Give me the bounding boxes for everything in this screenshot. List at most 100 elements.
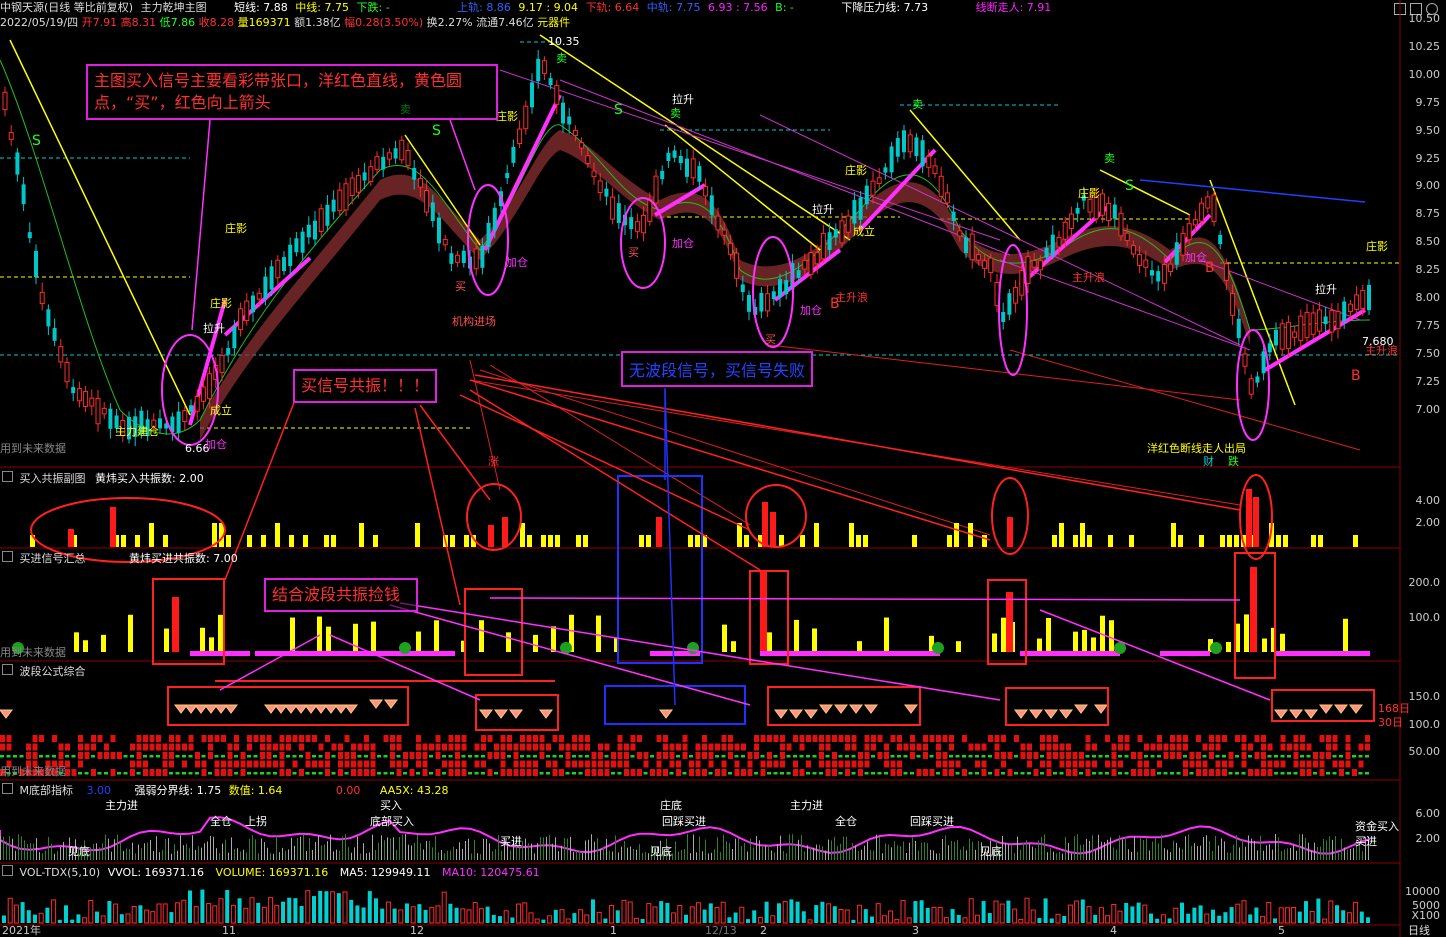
wave-block: [1358, 743, 1364, 751]
wave-dot: [1118, 755, 1122, 758]
volume-bar: [125, 913, 131, 924]
m-bottom-bar: [849, 849, 850, 860]
m-bottom-bar: [798, 839, 799, 860]
wave-block: [721, 769, 727, 776]
candle-body: [189, 405, 193, 412]
candle-body: [759, 292, 764, 312]
price-tick: 10.50: [1408, 12, 1441, 25]
m-bottom-bar: [675, 841, 676, 860]
wave-block: [1072, 752, 1078, 759]
wave-dot: [117, 772, 121, 775]
wave-block: [520, 743, 525, 751]
gem-icon: [1044, 709, 1058, 719]
wave-block: [156, 743, 161, 751]
wave-dot: [1079, 772, 1083, 775]
m-bottom-bar: [864, 845, 865, 860]
m-bottom-bar: [540, 836, 541, 860]
m-bottom-bar: [1044, 834, 1045, 860]
panel4-header[interactable]: M底部指标 3.00 强弱分界线: 1.75 数值: 1.64 0.00 AA5…: [2, 782, 449, 798]
wave-block: [624, 769, 629, 776]
m-bottom-bar: [1293, 845, 1294, 860]
panel4-close-icon[interactable]: [2, 783, 13, 794]
resonance-bar: [261, 535, 266, 547]
wave-block: [650, 769, 655, 776]
panel2-label: 黄炜买进共振数: 7.00: [129, 552, 238, 565]
m-bottom-bar: [345, 834, 346, 860]
wave-block: [637, 769, 642, 776]
panel2-close-icon[interactable]: [2, 551, 13, 562]
signal-bar: [884, 617, 889, 652]
panel1-close-icon[interactable]: [2, 471, 13, 482]
panel3-close-icon[interactable]: [2, 664, 13, 675]
m-bottom-bar: [1155, 838, 1156, 860]
wave-block: [695, 769, 701, 776]
m-bottom-bar: [1002, 836, 1003, 860]
m-bottom-bar: [108, 838, 109, 860]
candle-body: [95, 397, 101, 425]
wave-dot: [793, 755, 797, 758]
m-bottom-bar: [1149, 850, 1150, 860]
m-bottom-bar: [753, 847, 754, 860]
wave-block: [578, 735, 584, 742]
m-bottom-bar: [1335, 836, 1336, 860]
volume-bar: [410, 906, 416, 924]
panel1-tick-2: 2.00: [1415, 516, 1441, 529]
panel4-aa5x: AA5X: 43.28: [379, 784, 449, 797]
candle-body: [1347, 303, 1353, 313]
m-bottom-bar: [1098, 834, 1099, 860]
wave-block: [1319, 769, 1325, 776]
wave-dot: [897, 755, 901, 758]
volume-bar: [925, 907, 930, 923]
wave-block: [461, 769, 467, 776]
x-axis: 2021年 11 12 1 2 3 4 5 12/13 日线: [0, 924, 1446, 937]
wave-block: [279, 743, 285, 751]
gem-icon: [384, 699, 398, 709]
m-bottom-bar: [726, 841, 727, 860]
wave-block: [825, 760, 831, 768]
wave-dot: [234, 772, 238, 775]
signal-bar: [1082, 629, 1087, 652]
volume-bar: [727, 917, 732, 923]
wave-block: [1267, 743, 1273, 751]
m-bottom-bar: [1203, 837, 1204, 860]
wave-block: [552, 769, 558, 776]
panel5-close-icon[interactable]: [2, 865, 13, 876]
panel5-header[interactable]: VOL-TDX(5,10) VVOL: 169371.16 VOLUME: 16…: [2, 865, 540, 879]
volume-bar: [230, 904, 236, 924]
wave-block: [513, 752, 519, 759]
volume-bar: [1223, 912, 1228, 923]
resonance-bar: [744, 535, 749, 547]
wave-block: [52, 735, 57, 742]
wave-block: [136, 743, 142, 751]
wave-dot: [1248, 755, 1252, 758]
x-tick-5: 5: [1278, 924, 1285, 937]
volume-bar: [1241, 900, 1247, 924]
candle-body: [362, 172, 367, 181]
wave-dot: [169, 772, 173, 775]
m-bottom-bar: [261, 838, 262, 860]
wave-block: [1306, 743, 1312, 751]
wave-dot: [481, 772, 485, 775]
panel2-header[interactable]: 买进信号汇总 黄炜买进共振数: 7.00: [2, 550, 238, 566]
m-bottom-bar: [891, 847, 892, 860]
m-bottom-bar: [414, 842, 415, 860]
candle-body: [393, 148, 398, 159]
panel1-header[interactable]: 买入共振副图 黄炜买入共振数: 2.00: [2, 470, 204, 486]
m-bottom-bar: [492, 851, 493, 860]
period-label[interactable]: 日线: [1408, 924, 1430, 937]
m-bottom-bar: [969, 838, 970, 860]
resonance-bar-red: [68, 529, 74, 547]
resonance-bar: [800, 535, 805, 547]
wave-block: [838, 760, 844, 768]
wave-dot: [539, 772, 544, 775]
wave-block: [1293, 735, 1299, 742]
resonance-bar: [863, 535, 868, 547]
wave-block: [32, 752, 38, 759]
m-bottom-bar: [1302, 834, 1303, 860]
wave-block: [617, 752, 623, 759]
wave-block: [838, 735, 844, 742]
future-data-label: 用到未来数据: [0, 442, 66, 455]
m-bottom-bar: [453, 846, 454, 860]
m-bottom-bar: [579, 850, 580, 860]
panel3-header[interactable]: 波段公式综合: [2, 663, 86, 679]
